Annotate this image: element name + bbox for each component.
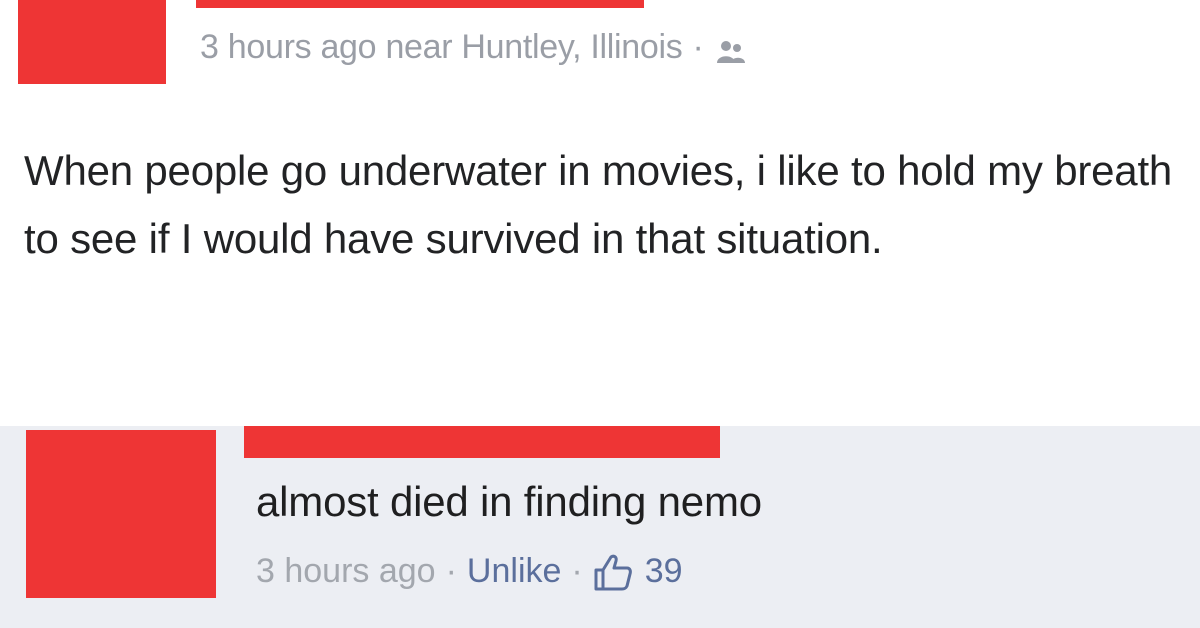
redacted-author-name[interactable]	[196, 0, 644, 8]
redacted-commenter-avatar[interactable]	[26, 430, 216, 598]
redacted-commenter-name[interactable]	[244, 426, 720, 458]
thumbs-up-icon[interactable]	[593, 553, 633, 591]
redacted-avatar[interactable]	[18, 0, 166, 84]
post-meta: 3 hours ago near Huntley, Illinois ·	[200, 28, 746, 67]
meta-separator: ·	[571, 552, 583, 590]
post-text: When people go underwater in movies, i l…	[24, 147, 1173, 262]
status-post: 3 hours ago near Huntley, Illinois · Whe…	[0, 0, 1200, 426]
comment-text: almost died in finding nemo	[256, 478, 762, 525]
meta-separator: ·	[692, 28, 704, 66]
comment: almost died in finding nemo 3 hours ago …	[0, 426, 1200, 628]
post-timestamp[interactable]: 3 hours ago	[200, 28, 377, 67]
post-location[interactable]: near Huntley, Illinois	[385, 28, 682, 67]
friends-icon[interactable]	[716, 35, 746, 63]
comment-meta: 3 hours ago · Unlike · 39	[256, 552, 683, 591]
like-count[interactable]: 39	[645, 552, 683, 591]
comment-timestamp[interactable]: 3 hours ago	[256, 552, 436, 591]
unlike-link[interactable]: Unlike	[467, 552, 561, 591]
meta-separator: ·	[445, 552, 457, 590]
